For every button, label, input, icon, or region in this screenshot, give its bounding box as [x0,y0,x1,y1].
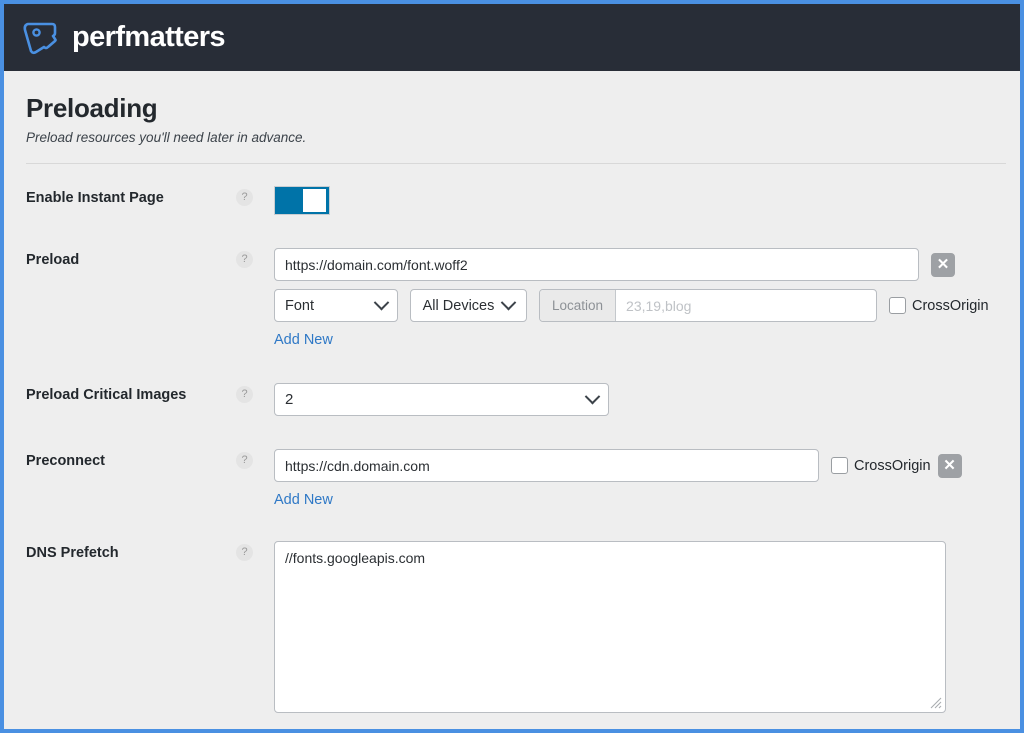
preconnect-url-input[interactable] [274,449,819,482]
perfmatters-settings-page: perfmatters Preloading Preload resources… [0,0,1024,733]
checkbox-box[interactable] [831,457,848,474]
field-preconnect: CrossOrigin ✕ Add New [274,449,1020,509]
perfmatters-logo-icon [23,22,57,54]
label-enable-instant-page: Enable Instant Page [26,190,164,206]
preload-url-input[interactable] [274,248,919,281]
setting-row-preconnect: Preconnect ? CrossOrigin ✕ Add New [4,449,1020,509]
preload-location-prefix: Location [540,290,617,321]
help-icon-instant-page[interactable]: ? [236,189,253,206]
help-icon-dns-prefetch[interactable]: ? [236,544,253,561]
page-title: Preloading [26,93,158,123]
preload-location-input[interactable] [616,290,876,321]
field-dns-prefetch [274,541,1020,713]
help-icon-preload-critical-images[interactable]: ? [236,386,253,403]
label-preconnect: Preconnect [26,453,105,469]
setting-row-preload-critical-images: Preload Critical Images ? 2 [4,383,1020,416]
preload-crossorigin-label: CrossOrigin [912,297,989,314]
field-preload-critical-images: 2 [274,383,1020,416]
setting-row-preload: Preload ? ✕ Font All Devices [4,248,1020,349]
setting-row-instant-page: Enable Instant Page ? [4,186,1020,215]
app-header: perfmatters [4,4,1020,71]
chevron-down-icon [501,294,517,311]
chevron-down-icon [584,388,601,405]
help-icon-preload[interactable]: ? [236,251,253,268]
preload-type-select[interactable]: Font [274,289,398,322]
label-preload-critical-images: Preload Critical Images [26,387,187,403]
label-dns-prefetch: DNS Prefetch [26,545,119,561]
toggle-knob [303,189,326,212]
chevron-down-icon [373,294,390,311]
preload-crossorigin-checkbox[interactable]: CrossOrigin [889,297,989,314]
remove-preload-button[interactable]: ✕ [931,252,955,277]
preload-add-new-link[interactable]: Add New [274,332,333,348]
preload-critical-images-value: 2 [285,391,294,408]
preload-options-line: Font All Devices Location CrossOrigin [274,289,1020,322]
dns-prefetch-textarea[interactable] [274,541,946,713]
preconnect-crossorigin-checkbox[interactable]: CrossOrigin [831,457,931,474]
page-heading-block: Preloading Preload resources you'll need… [4,71,1020,145]
field-preload: ✕ Font All Devices Location [274,248,1020,349]
checkbox-box[interactable] [889,297,906,314]
dns-prefetch-textarea-wrap [274,541,946,713]
preconnect-url-line: CrossOrigin ✕ [274,449,1020,482]
label-preload: Preload [26,252,80,268]
remove-preconnect-button[interactable]: ✕ [937,453,962,478]
preload-url-line: ✕ [274,248,1020,281]
preload-device-select[interactable]: All Devices [410,289,527,322]
preload-location-group: Location [539,289,877,322]
page-subtitle: Preload resources you'll need later in a… [26,130,307,145]
preload-critical-images-select[interactable]: 2 [274,383,609,416]
preload-type-value: Font [285,297,315,314]
field-instant-page [274,186,1020,215]
brand-name: perfmatters [72,21,226,53]
toggle-instant-page[interactable] [274,186,330,215]
section-divider [26,163,1006,164]
preload-device-value: All Devices [422,297,495,314]
preconnect-crossorigin-label: CrossOrigin [854,457,931,474]
help-icon-preconnect[interactable]: ? [236,452,253,469]
setting-row-dns-prefetch: DNS Prefetch ? [4,541,1020,713]
preconnect-add-new-link[interactable]: Add New [274,492,333,508]
